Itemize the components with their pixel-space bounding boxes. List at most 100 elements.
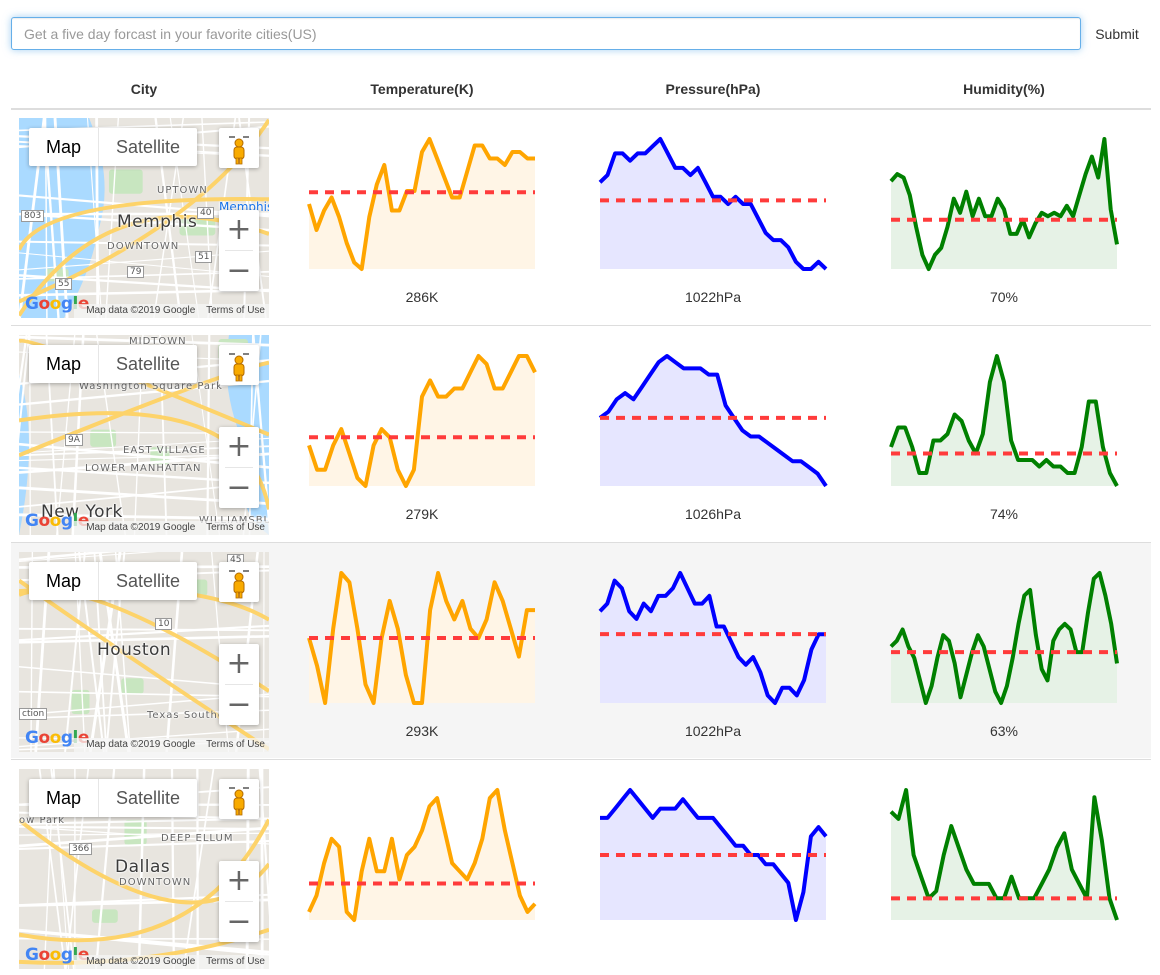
temperature-current-value: 279K (307, 506, 537, 522)
humidity-area (891, 790, 1117, 920)
humidity-area (891, 139, 1117, 269)
map-place-label: LOWER MANHATTAN (85, 463, 202, 474)
map-data-credit: Map data ©2019 Google (86, 305, 195, 316)
zoom-in-button[interactable]: + (219, 427, 259, 467)
map-place-label: UPTOWN (157, 185, 208, 196)
pressure-current-value: 1022hPa (598, 289, 828, 305)
city-map[interactable]: DallasDEEP ELLUMDOWNTOWNow Park366 Map S… (19, 769, 269, 969)
street-view-pegman[interactable] (219, 562, 259, 602)
map-type-map-button[interactable]: Map (29, 345, 99, 383)
terms-of-use-link[interactable]: Terms of Use (206, 522, 265, 533)
map-place-label: EAST VILLAGE (123, 445, 206, 456)
table-row: New YorkWashington Square ParkEAST VILLA… (11, 325, 1151, 541)
pegman-icon (219, 345, 259, 385)
submit-button[interactable]: Submit (1085, 17, 1149, 50)
temperature-sparkline (307, 768, 537, 928)
pressure-sparkline (598, 117, 828, 277)
map-type-map-button[interactable]: Map (29, 562, 99, 600)
city-map[interactable]: MemphisUPTOWNDOWNTOWNMemphis80340517955 … (19, 118, 269, 318)
map-type-map-button[interactable]: Map (29, 779, 99, 817)
header-humidity: Humidity(%) (889, 70, 1119, 108)
map-data-credit: Map data ©2019 Google (86, 522, 195, 533)
table-row: DallasDEEP ELLUMDOWNTOWNow Park366 Map S… (11, 759, 1151, 975)
city-map[interactable]: HoustonTexas Southernction1045 Map Satel… (19, 552, 269, 752)
street-view-pegman[interactable] (219, 779, 259, 819)
map-type-satellite-button[interactable]: Satellite (99, 345, 197, 383)
google-logo-letter: G (25, 511, 38, 531)
map-place-label: Houston (97, 640, 171, 660)
zoom-out-button[interactable]: − (219, 685, 259, 725)
zoom-in-button[interactable]: + (219, 861, 259, 901)
street-view-pegman[interactable] (219, 128, 259, 168)
humidity-chart: 70% (889, 117, 1119, 317)
table-header: City Temperature(K) Pressure(hPa) Humidi… (11, 70, 1151, 110)
temperature-sparkline (307, 117, 537, 277)
google-logo-letter: g (61, 945, 73, 965)
map-attribution: Map data ©2019 Google Terms of Use (74, 521, 269, 535)
google-logo-letter: o (38, 511, 49, 531)
map-type-satellite-button[interactable]: Satellite (99, 128, 197, 166)
humidity-sparkline (889, 551, 1119, 711)
map-place-label: 51 (195, 251, 212, 263)
google-logo-letter: g (61, 728, 73, 748)
table-row: HoustonTexas Southernction1045 Map Satel… (11, 542, 1151, 758)
map-place-label: 803 (21, 210, 44, 222)
google-logo-letter: o (38, 945, 49, 965)
map-place-label: 366 (69, 843, 92, 855)
header-temperature: Temperature(K) (307, 70, 537, 108)
pressure-current-value: 1022hPa (598, 723, 828, 739)
humidity-sparkline (889, 117, 1119, 277)
humidity-current-value: 63% (889, 723, 1119, 739)
temperature-area (309, 356, 535, 486)
temperature-sparkline (307, 551, 537, 711)
street-view-pegman[interactable] (219, 345, 259, 385)
map-type-control: Map Satellite (29, 128, 197, 166)
map-place-label: Dallas (115, 857, 170, 877)
google-logo-letter: o (50, 511, 61, 531)
humidity-sparkline (889, 768, 1119, 928)
city-map[interactable]: New YorkWashington Square ParkEAST VILLA… (19, 335, 269, 535)
zoom-in-button[interactable]: + (219, 644, 259, 684)
map-attribution: Map data ©2019 Google Terms of Use (74, 304, 269, 318)
map-data-credit: Map data ©2019 Google (86, 956, 195, 967)
map-attribution: Map data ©2019 Google Terms of Use (74, 955, 269, 969)
pegman-icon (219, 128, 259, 168)
zoom-control: + − (219, 861, 259, 942)
temperature-chart: 286K (307, 117, 537, 317)
pressure-sparkline (598, 551, 828, 711)
terms-of-use-link[interactable]: Terms of Use (206, 305, 265, 316)
temperature-chart: 279K (307, 334, 537, 534)
map-place-label: Memphis (117, 212, 197, 232)
zoom-out-button[interactable]: − (219, 251, 259, 291)
pressure-current-value: 1026hPa (598, 506, 828, 522)
table-row: MemphisUPTOWNDOWNTOWNMemphis80340517955 … (11, 108, 1151, 324)
map-place-label: ction (19, 708, 47, 720)
google-logo-letter: o (38, 728, 49, 748)
zoom-control: + − (219, 210, 259, 291)
zoom-in-button[interactable]: + (219, 210, 259, 250)
map-type-control: Map Satellite (29, 779, 197, 817)
map-place-label: 55 (55, 278, 72, 290)
terms-of-use-link[interactable]: Terms of Use (206, 956, 265, 967)
map-type-satellite-button[interactable]: Satellite (99, 562, 197, 600)
map-type-map-button[interactable]: Map (29, 128, 99, 166)
header-pressure: Pressure(hPa) (598, 70, 828, 108)
terms-of-use-link[interactable]: Terms of Use (206, 739, 265, 750)
humidity-chart: 74% (889, 334, 1119, 534)
pegman-icon (219, 562, 259, 602)
zoom-out-button[interactable]: − (219, 902, 259, 942)
map-place-label: 9A (65, 434, 83, 446)
city-search-input[interactable] (11, 17, 1081, 50)
google-logo-letter: o (50, 945, 61, 965)
map-type-satellite-button[interactable]: Satellite (99, 779, 197, 817)
humidity-current-value: 70% (889, 289, 1119, 305)
pegman-icon (219, 779, 259, 819)
humidity-chart: 63% (889, 551, 1119, 751)
map-place-label: DOWNTOWN (119, 877, 191, 888)
pressure-chart: 1026hPa (598, 334, 828, 534)
zoom-out-button[interactable]: − (219, 468, 259, 508)
map-place-label: 40 (197, 207, 214, 219)
google-logo-letter: o (38, 294, 49, 314)
google-logo-letter: g (61, 511, 73, 531)
map-place-label: 79 (127, 266, 144, 278)
